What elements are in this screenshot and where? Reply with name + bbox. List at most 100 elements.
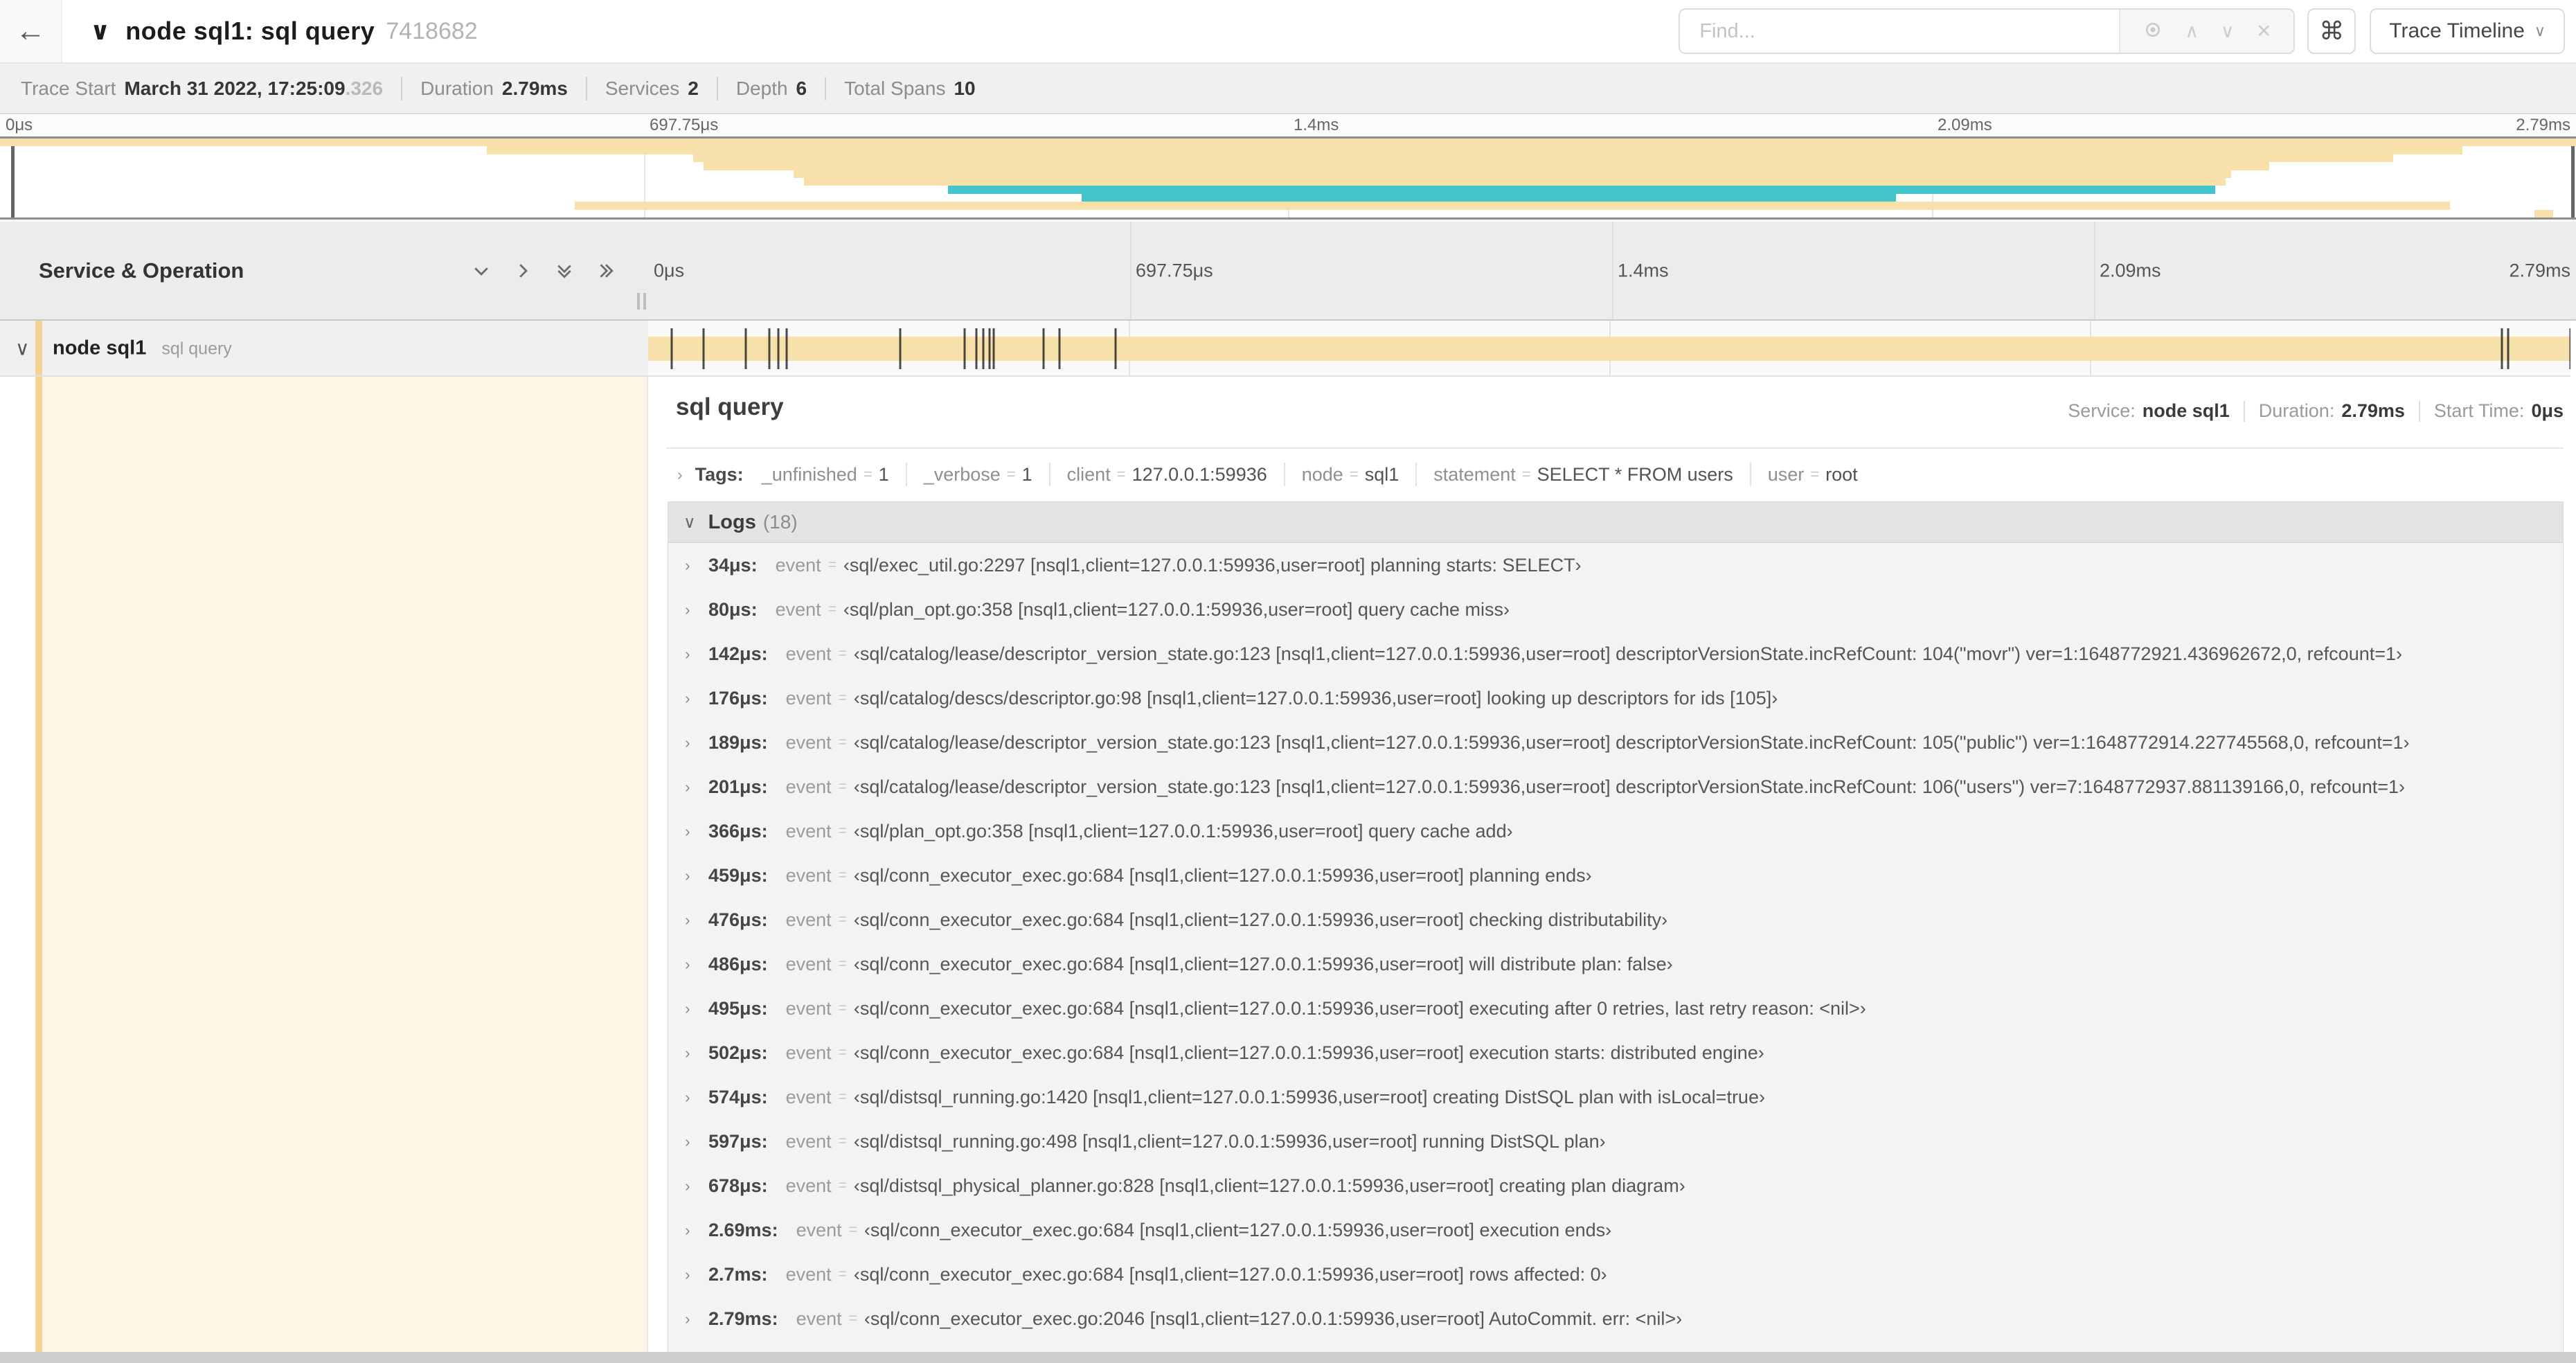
log-field-key: event bbox=[785, 997, 832, 1019]
log-expand-chevron-icon: › bbox=[685, 733, 690, 751]
log-timestamp: 34μs: bbox=[708, 554, 758, 576]
service-operation-header: Service & Operation bbox=[0, 222, 648, 319]
collapse-one-icon[interactable] bbox=[471, 260, 492, 281]
find-prev-icon[interactable]: ∧ bbox=[2185, 21, 2199, 41]
back-button[interactable]: ← bbox=[0, 0, 62, 62]
log-field-key: event bbox=[785, 953, 832, 974]
log-marker-tick bbox=[988, 328, 991, 369]
log-field-key: event bbox=[775, 554, 821, 576]
log-expand-chevron-icon: › bbox=[685, 1265, 690, 1283]
log-row[interactable]: › 574μs: event = ‹sql/distsql_running.go:142… bbox=[668, 1075, 2563, 1119]
log-value: ‹sql/conn_executor_exec.go:684 [nsql1,cl… bbox=[853, 997, 1866, 1019]
column-resize-handle[interactable] bbox=[637, 293, 646, 310]
stat-label: Total Spans bbox=[844, 77, 946, 99]
log-row[interactable]: › 486μs: event = ‹sql/conn_executor_exec.go:… bbox=[668, 942, 2563, 986]
expand-collapse-controls bbox=[471, 260, 616, 281]
log-value: ‹sql/catalog/descs/descriptor.go:98 [nsq… bbox=[853, 687, 1778, 709]
find-next-icon[interactable]: ∨ bbox=[2221, 21, 2235, 41]
log-row[interactable]: › 2.79ms: event = ‹sql/conn_executor_exec.go… bbox=[668, 1297, 2563, 1341]
meta-value: 2.79ms bbox=[2341, 400, 2405, 421]
log-field-key: event bbox=[796, 1219, 842, 1240]
log-marker-tick bbox=[785, 328, 788, 369]
find-focus-icon[interactable] bbox=[2143, 19, 2163, 44]
log-row[interactable]: › 366μs: event = ‹sql/plan_opt.go:358 [nsql1… bbox=[668, 809, 2563, 853]
minimap-axis-label: 1.4ms bbox=[1294, 116, 1339, 134]
log-row[interactable]: › 502μs: event = ‹sql/conn_executor_exec.go:… bbox=[668, 1031, 2563, 1075]
trace-collapse-chevron-icon[interactable]: ∨ bbox=[90, 17, 110, 46]
log-field-key: event bbox=[785, 687, 832, 709]
logs-collapse-chevron-icon: ∨ bbox=[683, 513, 696, 532]
meta-separator bbox=[2418, 400, 2420, 422]
log-equals: = bbox=[838, 734, 847, 750]
minimap-left-scrub-handle[interactable] bbox=[11, 139, 15, 217]
log-row[interactable]: › 2.7ms: event = ‹sql/conn_executor_exec.go:… bbox=[668, 1252, 2563, 1297]
log-row[interactable]: › 34μs: event = ‹sql/exec_util.go:2297 [nsql… bbox=[668, 543, 2563, 587]
minimap-axis-label: 2.79ms bbox=[2516, 116, 2570, 134]
tag-separator bbox=[1048, 463, 1050, 486]
log-row[interactable]: › 678μs: event = ‹sql/distsql_physical_plann… bbox=[668, 1164, 2563, 1208]
view-selector-button[interactable]: Trace Timeline ∨ bbox=[2370, 8, 2565, 54]
log-row[interactable]: › 201μs: event = ‹sql/catalog/lease/descript… bbox=[668, 765, 2563, 809]
log-expand-chevron-icon: › bbox=[685, 1132, 690, 1150]
log-field-key: event bbox=[785, 820, 832, 841]
log-row[interactable]: › 2.69ms: event = ‹sql/conn_executor_exec.go… bbox=[668, 1208, 2563, 1252]
keyboard-shortcuts-button[interactable]: ⌘ bbox=[2307, 8, 2356, 54]
minimap-right-scrub-handle[interactable] bbox=[2571, 139, 2575, 217]
log-row[interactable]: › 80μs: event = ‹sql/plan_opt.go:358 [nsql1,… bbox=[668, 587, 2563, 632]
log-row[interactable]: › 189μs: event = ‹sql/catalog/lease/descript… bbox=[668, 720, 2563, 765]
log-marker-tick bbox=[963, 328, 966, 369]
ruler-axis-label: 0μs bbox=[654, 260, 685, 280]
log-marker-tick bbox=[975, 328, 978, 369]
log-equals: = bbox=[828, 557, 837, 573]
tag-separator bbox=[1283, 463, 1285, 486]
tag-key: user bbox=[1767, 463, 1805, 485]
log-marker-tick bbox=[982, 328, 985, 369]
log-row[interactable]: › 476μs: event = ‹sql/conn_executor_exec.go:… bbox=[668, 898, 2563, 942]
span-color-stripe bbox=[35, 321, 42, 375]
timeline-grid-header: Service & Operation 0μs 697.75μs 1.4ms 2… bbox=[0, 222, 2576, 321]
log-timestamp: 176μs: bbox=[708, 687, 768, 709]
tags-row[interactable]: › Tags: _unfinished = 1 _verbose = 1 client = 12… bbox=[650, 449, 2576, 497]
log-row[interactable]: › 142μs: event = ‹sql/catalog/lease/descript… bbox=[668, 632, 2563, 676]
log-field-key: event bbox=[785, 1263, 832, 1285]
tag-item: _verbose = 1 bbox=[924, 464, 1032, 485]
expand-one-icon[interactable] bbox=[512, 260, 533, 281]
find-clear-icon[interactable]: ✕ bbox=[2256, 21, 2272, 41]
log-marker-tick bbox=[1042, 328, 1045, 369]
log-value: ‹sql/conn_executor_exec.go:684 [nsql1,cl… bbox=[864, 1219, 1612, 1240]
tag-value: 127.0.0.1:59936 bbox=[1132, 463, 1267, 485]
log-timestamp: 2.7ms: bbox=[708, 1263, 768, 1285]
log-timestamp: 2.79ms: bbox=[708, 1308, 778, 1329]
log-row[interactable]: › 597μs: event = ‹sql/distsql_running.go:498… bbox=[668, 1119, 2563, 1164]
log-expand-chevron-icon: › bbox=[685, 1043, 690, 1062]
minimap-canvas[interactable] bbox=[0, 136, 2576, 220]
expand-all-icon[interactable] bbox=[596, 260, 616, 281]
stat-label: Trace Start bbox=[21, 77, 116, 99]
log-row[interactable]: › 176μs: event = ‹sql/catalog/descs/descript… bbox=[668, 676, 2563, 720]
minimap-span-bar bbox=[703, 162, 2270, 170]
find-input[interactable] bbox=[1680, 10, 2120, 53]
span-bar-lane[interactable] bbox=[648, 321, 2570, 377]
log-expand-chevron-icon: › bbox=[685, 1087, 690, 1106]
jaeger-trace-view: ← ∨ node sql1: sql query 7418682 ∧ ∨ ✕ ⌘… bbox=[0, 0, 2576, 1363]
span-service-name: node sql1 sql query bbox=[53, 337, 232, 359]
span-collapse-chevron-icon[interactable]: ∨ bbox=[15, 337, 30, 359]
log-row[interactable]: › 459μs: event = ‹sql/conn_executor_exec.go:… bbox=[668, 853, 2563, 898]
span-duration-bar[interactable] bbox=[648, 337, 2570, 361]
trace-stat: Total Spans 10 bbox=[844, 78, 975, 100]
log-row[interactable]: › 495μs: event = ‹sql/conn_executor_exec.go:… bbox=[668, 986, 2563, 1031]
stat-value: 10 bbox=[954, 77, 976, 99]
logs-section: ∨ Logs (18) › 34μs: event = ‹sql/exec_util.g… bbox=[668, 501, 2564, 1363]
log-expand-chevron-icon: › bbox=[685, 954, 690, 973]
logs-header[interactable]: ∨ Logs (18) bbox=[668, 502, 2563, 543]
span-row-label[interactable]: ∨ node sql1 sql query bbox=[0, 321, 648, 377]
log-expand-chevron-icon: › bbox=[685, 600, 690, 618]
log-value: ‹sql/distsql_running.go:1420 [nsql1,clie… bbox=[853, 1086, 1765, 1107]
detail-accent-background bbox=[42, 377, 647, 1352]
log-timestamp: 486μs: bbox=[708, 953, 768, 974]
log-equals: = bbox=[838, 690, 847, 706]
collapse-all-icon[interactable] bbox=[554, 260, 575, 281]
minimap-span-bar bbox=[487, 146, 2463, 154]
log-expand-chevron-icon: › bbox=[685, 1220, 690, 1239]
meta-value: node sql1 bbox=[2142, 400, 2230, 421]
